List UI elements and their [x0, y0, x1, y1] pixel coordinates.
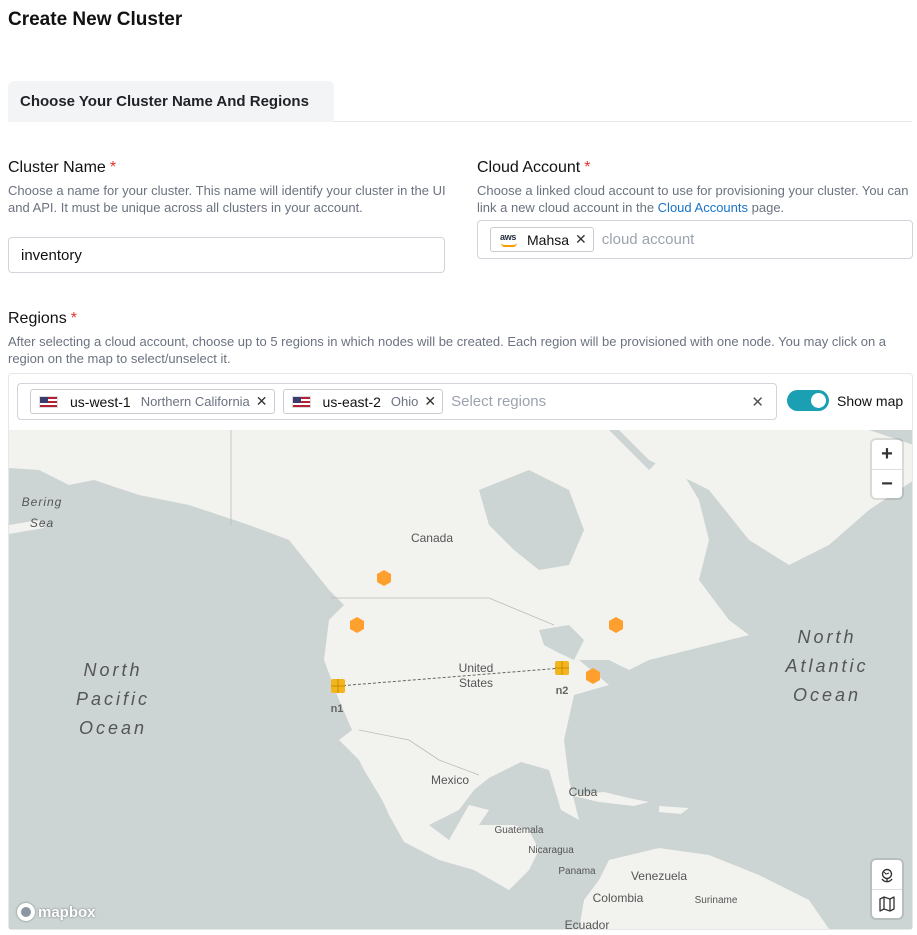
mapbox-logo[interactable]: mapbox: [17, 903, 96, 921]
map-label-panama: Panama: [558, 866, 596, 877]
map-label-colombia: Colombia: [593, 891, 644, 905]
map-icon: [879, 896, 895, 912]
cloud-account-help: Choose a linked cloud account to use for…: [477, 182, 913, 216]
us-flag-icon: [291, 395, 311, 408]
node-label-n2: n2: [556, 685, 569, 697]
map-label-canada: Canada: [411, 531, 453, 545]
region-code: us-west-1: [70, 393, 131, 410]
node-marker-n2[interactable]: [555, 661, 569, 675]
mapbox-attribution: mapbox: [38, 903, 96, 921]
map-view-controls: [872, 860, 902, 918]
cloud-account-placeholder: cloud account: [601, 231, 695, 248]
cloud-account-label: Cloud Account *: [477, 159, 590, 177]
tab-cluster-name-regions[interactable]: Choose Your Cluster Name And Regions: [8, 81, 334, 122]
zoom-out-button[interactable]: −: [872, 469, 902, 498]
map-label-nicaragua: Nicaragua: [528, 845, 574, 856]
show-map-toggle[interactable]: [787, 390, 829, 411]
cloud-accounts-link[interactable]: Cloud Accounts: [658, 200, 748, 215]
map-label-guatemala: Guatemala: [495, 825, 544, 836]
show-map-toggle-group: Show map: [787, 390, 903, 411]
region-chip: us-west-1 Northern California ✕: [30, 389, 275, 414]
map-label-bering: Bering: [22, 495, 63, 509]
cluster-name-input[interactable]: inventory: [8, 237, 445, 273]
region-code: us-east-2: [322, 393, 381, 410]
map-label-united: United: [459, 661, 494, 675]
cloud-account-chip: aws Mahsa ✕: [490, 227, 594, 252]
map-label-suriname: Suriname: [695, 895, 738, 906]
regions-help: After selecting a cloud account, choose …: [8, 334, 887, 366]
regions-label-text: Regions: [8, 310, 67, 327]
region-map[interactable]: Bering Sea Canada United States Mexico C…: [9, 430, 912, 929]
region-name: Northern California: [140, 394, 250, 409]
regions-select[interactable]: us-west-1 Northern California ✕ us-east-…: [17, 383, 777, 420]
zoom-controls: + −: [872, 440, 902, 498]
globe-view-button[interactable]: [872, 860, 902, 889]
region-name: Ohio: [390, 394, 419, 409]
map-label-na-ocean: Ocean: [793, 685, 861, 705]
clear-icon[interactable]: ✕: [751, 393, 764, 411]
us-flag-icon: [39, 395, 58, 408]
map-view-button[interactable]: [872, 889, 902, 918]
region-chip: us-east-2 Ohio ✕: [282, 389, 444, 414]
map-canvas: Bering Sea Canada United States Mexico C…: [9, 430, 912, 929]
map-label-np-pacific: Pacific: [76, 689, 150, 709]
cluster-name-label: Cluster Name *: [8, 159, 116, 177]
step-tabs: Choose Your Cluster Name And Regions: [8, 81, 912, 122]
map-label-na-atlantic: Atlantic: [784, 656, 868, 676]
node-label-n1: n1: [331, 703, 344, 715]
regions-panel: us-west-1 Northern California ✕ us-east-…: [8, 373, 913, 930]
show-map-label: Show map: [837, 392, 904, 409]
mapbox-icon: [17, 903, 35, 921]
zoom-in-button[interactable]: +: [872, 440, 902, 469]
map-label-ecuador: Ecuador: [565, 918, 610, 929]
remove-chip-icon[interactable]: ✕: [575, 231, 587, 248]
globe-icon: [881, 868, 893, 882]
regions-label: Regions *: [8, 310, 77, 328]
cloud-account-label-text: Cloud Account: [477, 159, 581, 176]
map-label-np-ocean: Ocean: [79, 718, 147, 738]
map-label-sea: Sea: [30, 516, 54, 530]
remove-chip-icon[interactable]: ✕: [424, 393, 436, 410]
page-title: Create New Cluster: [8, 9, 183, 30]
regions-placeholder: Select regions: [451, 393, 547, 410]
cloud-account-help-suffix: page.: [748, 200, 785, 215]
required-mark: *: [70, 310, 77, 327]
cloud-account-select[interactable]: aws Mahsa ✕ cloud account: [477, 220, 913, 259]
cloud-account-name: Mahsa: [527, 231, 570, 248]
map-label-mexico: Mexico: [431, 773, 469, 787]
map-label-na-north: North: [797, 627, 856, 647]
cluster-name-help: Choose a name for your cluster. This nam…: [8, 183, 446, 215]
required-mark: *: [584, 159, 591, 176]
map-label-venezuela: Venezuela: [631, 869, 687, 883]
node-marker-n1[interactable]: [331, 679, 345, 693]
remove-chip-icon[interactable]: ✕: [256, 393, 268, 410]
cluster-name-label-text: Cluster Name: [8, 159, 106, 176]
map-label-cuba: Cuba: [569, 785, 598, 799]
map-label-np-north: North: [83, 660, 142, 680]
map-label-states: States: [459, 676, 493, 690]
required-mark: *: [109, 159, 117, 176]
aws-icon: aws: [499, 232, 521, 247]
